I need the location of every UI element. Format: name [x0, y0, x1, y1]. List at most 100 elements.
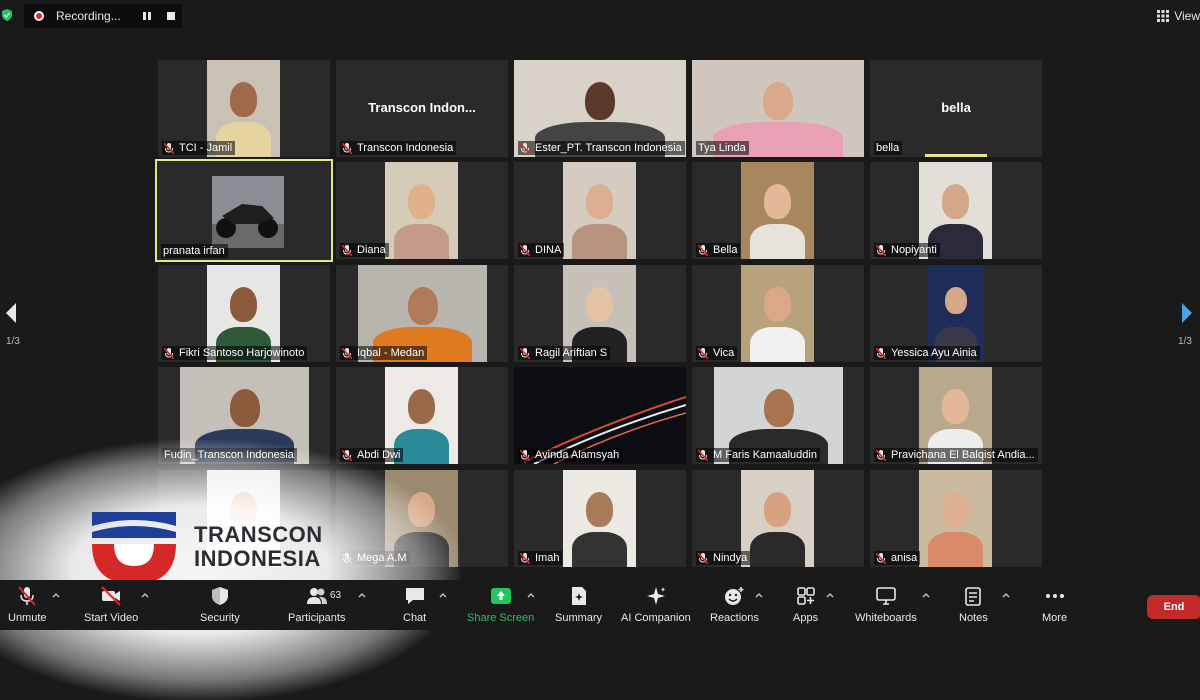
whiteboards-label: Whiteboards — [855, 612, 917, 624]
participant-tile[interactable]: Nopiyanti — [870, 162, 1042, 259]
participant-name-label: Bella — [696, 243, 741, 257]
more-button[interactable]: More — [1042, 586, 1067, 626]
participant-tile[interactable]: Ester_PT. Transcon Indonesia — [514, 60, 686, 157]
participant-tile[interactable]: Fudin_Transcon Indonesia — [158, 367, 330, 464]
video-gallery: TCI - Jamil Transcon Indon... Transcon Ind… — [155, 60, 1042, 567]
participant-video — [919, 470, 992, 567]
meeting-toolbar: Unmute Start Video Security Participants… — [0, 580, 1200, 630]
summary-label: Summary — [555, 612, 603, 624]
participant-name: bella — [876, 142, 900, 154]
view-button[interactable]: View — [1157, 6, 1200, 26]
participant-name-label: Vica — [696, 346, 738, 360]
participant-video — [741, 265, 814, 362]
participant-name: Transcon Indonesia — [357, 142, 454, 154]
participant-video — [741, 470, 814, 567]
participant-name: Abdi Dwi — [357, 449, 401, 461]
top-bar: Recording... View — [0, 0, 1200, 32]
start-video-button[interactable]: Start Video — [84, 586, 138, 626]
participant-tile[interactable]: Abdi Dwi — [336, 367, 508, 464]
participant-video — [385, 162, 458, 259]
chat-button[interactable]: Chat — [403, 586, 426, 626]
pause-recording-icon[interactable] — [142, 11, 152, 21]
unmute-button[interactable]: Unmute — [8, 586, 47, 626]
participant-tile[interactable]: Transcon Indon... Transcon Indonesia — [336, 60, 508, 157]
audio-options-chevron-icon[interactable] — [52, 592, 60, 598]
participant-tile[interactable]: Bella — [692, 162, 864, 259]
security-shield-icon — [211, 587, 228, 605]
summary-button[interactable]: Summary — [555, 586, 602, 626]
participant-tile[interactable]: Avinda Alamsyah — [514, 367, 686, 464]
stop-recording-icon[interactable] — [167, 12, 175, 20]
participant-name: Bella — [713, 244, 738, 256]
participant-tile[interactable]: pranata irfan — [155, 159, 333, 262]
muted-microphone-icon — [18, 586, 37, 606]
participant-tile[interactable]: Vica — [692, 265, 864, 362]
previous-page-icon[interactable] — [4, 302, 18, 324]
participant-name-label: Pravichana El Balqist Andia... — [874, 448, 1038, 462]
participant-name-label: Fikri Santoso Harjowinoto — [162, 346, 308, 360]
participant-name: anisa — [891, 552, 918, 564]
participant-tile[interactable]: Fikri Santoso Harjowinoto — [158, 265, 330, 362]
participant-tile[interactable]: Nindya — [692, 470, 864, 567]
participant-name: Nopiyanti — [891, 244, 937, 256]
grid-view-icon — [1157, 10, 1170, 22]
participant-name: DINA — [535, 244, 562, 256]
participant-name: Imah — [535, 552, 560, 564]
participant-name: Mega A.M — [357, 552, 407, 564]
end-meeting-button[interactable]: End — [1147, 595, 1200, 619]
whiteboards-options-chevron-icon[interactable] — [922, 592, 930, 598]
participant-name: Fudin_Transcon Indonesia — [164, 449, 294, 461]
logo-line-1: TRANSCON — [194, 522, 323, 547]
muted-mic-icon — [342, 142, 352, 154]
reactions-button[interactable]: Reactions — [710, 586, 759, 626]
participant-name-label: Ragil Ariftian S — [518, 346, 611, 360]
security-button[interactable]: Security — [200, 586, 240, 626]
chat-bubble-icon — [405, 588, 424, 604]
share-options-chevron-icon[interactable] — [527, 592, 535, 598]
participant-video — [212, 176, 284, 248]
participant-tile[interactable]: DINA — [514, 162, 686, 259]
participant-name-label: pranata irfan — [161, 244, 228, 258]
participant-tile[interactable]: M Faris Kamaaluddin — [692, 367, 864, 464]
participant-tile[interactable]: Ragil Ariftian S — [514, 265, 686, 362]
reactions-emoji-icon — [725, 587, 744, 605]
whiteboards-button[interactable]: Whiteboards — [855, 586, 917, 626]
participant-tile[interactable]: TCI - Jamil — [158, 60, 330, 157]
participant-tile[interactable]: Yessica Ayu Ainia — [870, 265, 1042, 362]
muted-mic-icon — [520, 347, 530, 359]
muted-mic-icon — [876, 244, 886, 256]
chat-options-chevron-icon[interactable] — [439, 592, 447, 598]
share-screen-button[interactable]: Share Screen — [467, 586, 534, 626]
participant-name-label: Nindya — [696, 551, 751, 565]
participant-tile[interactable]: Pravichana El Balqist Andia... — [870, 367, 1042, 464]
video-options-chevron-icon[interactable] — [141, 592, 149, 598]
participants-count: 63 — [330, 590, 342, 601]
participant-name-label: Diana — [340, 243, 389, 257]
participants-options-chevron-icon[interactable] — [358, 592, 366, 598]
participant-name: Nindya — [713, 552, 748, 564]
apps-button[interactable]: Apps — [793, 586, 818, 626]
participant-name-label: Abdi Dwi — [340, 448, 404, 462]
participant-name-label: Avinda Alamsyah — [518, 448, 623, 462]
apps-options-chevron-icon[interactable] — [826, 592, 834, 598]
participant-tile[interactable]: Imah — [514, 470, 686, 567]
participant-tile[interactable]: anisa — [870, 470, 1042, 567]
notes-button[interactable]: Notes — [959, 586, 988, 626]
next-page-icon[interactable] — [1180, 302, 1194, 324]
participant-tile[interactable]: Tya Linda — [692, 60, 864, 157]
participant-tile[interactable]: Iqbal - Medan — [336, 265, 508, 362]
apps-label: Apps — [793, 612, 819, 624]
participants-icon — [306, 588, 327, 604]
participant-tile[interactable]: Diana — [336, 162, 508, 259]
participant-name-label: Transcon Indonesia — [340, 141, 457, 155]
participant-tile[interactable]: bella bella — [870, 60, 1042, 157]
participant-name-label: Nopiyanti — [874, 243, 940, 257]
participant-name: Ragil Ariftian S — [535, 347, 608, 359]
participant-name-label: M Faris Kamaaluddin — [696, 448, 820, 462]
encryption-shield-icon[interactable] — [2, 9, 12, 21]
reactions-options-chevron-icon[interactable] — [755, 592, 763, 598]
muted-mic-icon — [876, 347, 886, 359]
ai-companion-button[interactable]: AI Companion — [621, 586, 691, 626]
notes-options-chevron-icon[interactable] — [1002, 592, 1010, 598]
participant-tile[interactable]: Mega A.M — [336, 470, 508, 567]
